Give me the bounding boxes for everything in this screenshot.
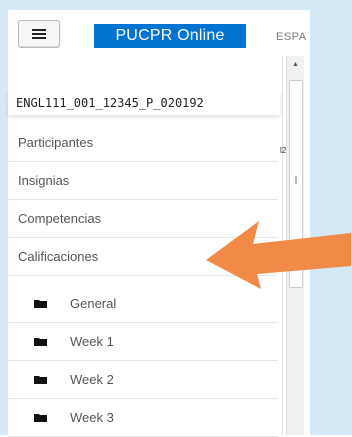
nav-item-week-2[interactable]: Week 2 bbox=[8, 361, 278, 399]
nav-item-label: Participantes bbox=[18, 135, 94, 150]
nav-item-participantes[interactable]: Participantes bbox=[8, 124, 278, 162]
brand-logo[interactable]: PUCPR Online bbox=[94, 24, 246, 48]
grip-icon bbox=[295, 176, 297, 184]
scroll-up-arrow-icon[interactable]: ▲ bbox=[287, 60, 304, 70]
nav-item-label: Week 3 bbox=[70, 410, 114, 425]
nav-item-general[interactable]: General bbox=[8, 285, 278, 323]
hamburger-icon bbox=[32, 29, 46, 31]
nav-item-insignias[interactable]: Insignias bbox=[8, 162, 278, 200]
hamburger-icon bbox=[32, 33, 46, 35]
language-menu[interactable]: ESPA bbox=[276, 31, 307, 43]
nav-item-label: Week 2 bbox=[70, 372, 114, 387]
nav-item-label: General bbox=[70, 296, 117, 311]
top-header: PUCPR Online ESPA bbox=[8, 10, 310, 57]
folder-icon bbox=[34, 338, 47, 346]
nav-item-label: Insignias bbox=[18, 173, 70, 188]
folder-icon bbox=[34, 414, 47, 422]
menu-button[interactable] bbox=[18, 20, 60, 48]
course-title[interactable]: ENGL111_001_12345_P_020192 bbox=[8, 91, 280, 115]
hamburger-icon bbox=[32, 37, 46, 39]
nav-item-label: Calificaciones bbox=[18, 249, 99, 264]
nav-item-week-1[interactable]: Week 1 bbox=[8, 323, 278, 361]
pointer-arrow-icon bbox=[206, 221, 351, 289]
nav-item-label: Competencias bbox=[18, 211, 102, 226]
nav-item-label: Week 1 bbox=[70, 334, 114, 349]
nav-item-week-3[interactable]: Week 3 bbox=[8, 399, 278, 437]
folder-icon bbox=[34, 300, 47, 308]
folder-icon bbox=[34, 376, 47, 384]
